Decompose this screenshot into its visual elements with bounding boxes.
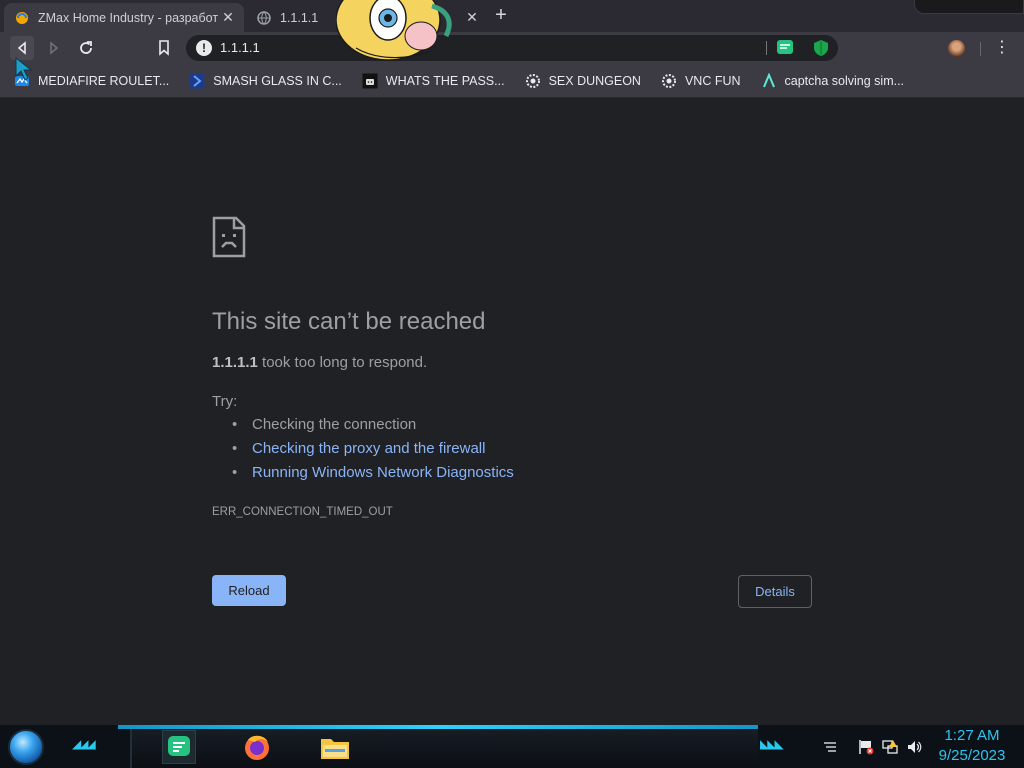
error-code: ERR_CONNECTION_TIMED_OUT [212,506,393,518]
suggestion-check-connection: Checking the connection [232,416,514,440]
lambda-icon [761,72,777,89]
browser-toolbar: ! 1.1.1.1 ⋮ [0,32,1024,64]
chat-app-icon [168,736,190,756]
error-message-text: took too long to respond. [257,354,428,371]
profile-avatar[interactable] [948,40,965,57]
shield-extension-icon[interactable] [812,39,830,57]
new-tab-button[interactable]: + [490,5,512,27]
screen: ZMax Home Industry - разработк ✕ 1.1.1.1… [0,0,1024,768]
tab-title: ZMax Home Industry - разработк [38,10,218,25]
bookmark-label: WHATS THE PASS... [385,73,505,88]
bookmark-button[interactable] [152,36,176,60]
tab-zmax[interactable]: ZMax Home Industry - разработк ✕ [4,3,244,32]
taskbar-panel [130,729,758,768]
error-title: This site can’t be reached [212,308,486,335]
bookmark-item[interactable]: SEX DUNGEON [525,73,641,89]
bookmark-item[interactable]: captcha solving sim... [761,72,905,89]
chevron-bookmark-icon [189,73,205,89]
close-tab-icon[interactable]: ✕ [464,9,480,25]
browser-menu-button[interactable]: ⋮ [994,39,1010,57]
start-button[interactable] [8,729,44,765]
window-frame-decoration [914,0,1024,14]
close-tab-icon[interactable]: ✕ [220,9,236,25]
chat-extension-icon[interactable] [776,39,794,57]
forward-button[interactable] [42,36,66,60]
suggestion-check-proxy-link[interactable]: Checking the proxy and the firewall [232,440,514,464]
clock-time[interactable]: 1:27 AM [942,727,1002,744]
refresh-icon [80,41,92,54]
clock-date[interactable]: 9/25/2023 [932,747,1012,764]
error-host: 1.1.1.1 [212,354,258,371]
bookmark-label: SMASH GLASS IN C... [213,73,342,88]
cartoon-sticker [336,0,452,61]
forward-arrow-icon [50,41,59,55]
bookmark-item[interactable]: MEDIAFIRE ROULET... [14,73,169,89]
bookmarks-bar: MEDIAFIRE ROULET... SMASH GLASS IN C... … [0,64,1024,98]
error-message: 1.1.1.1 took too long to respond. [212,354,427,371]
bookmark-icon [159,40,169,56]
gear-bookmark-icon [525,73,541,89]
details-button[interactable]: Details [738,575,812,608]
site-info-icon[interactable]: ! [196,40,212,56]
robot-icon [362,73,378,89]
taskbar: ◢◢◢ ◣◣◣ 1:27 AM 9/25/2023 [0,725,1024,768]
folder-icon [321,739,349,759]
bookmark-label: VNC FUN [684,73,741,88]
suggestions-list: Checking the connection Checking the pro… [232,416,514,488]
taskbar-app-firefox[interactable] [240,730,274,764]
tab-strip: ZMax Home Industry - разработк ✕ 1.1.1.1… [0,0,1024,32]
bookmark-item[interactable]: VNC FUN [661,73,741,89]
bookmark-item[interactable]: WHATS THE PASS... [362,73,505,89]
divider [766,41,767,55]
divider [980,42,981,56]
mouse-cursor-icon [15,56,33,81]
back-arrow-icon [17,41,26,55]
taskbar-app-file-explorer[interactable] [318,730,352,764]
taskbar-app-chat[interactable] [162,730,196,764]
show-hidden-icons-icon[interactable] [822,739,838,755]
zmax-favicon-icon [14,10,30,26]
bookmark-label: SEX DUNGEON [548,73,641,88]
address-bar[interactable]: ! 1.1.1.1 [186,35,838,61]
url-text[interactable]: 1.1.1.1 [220,40,260,55]
bookmark-item[interactable]: SMASH GLASS IN C... [189,73,342,89]
sad-page-icon [212,216,246,258]
suggestion-network-diagnostics-link[interactable]: Running Windows Network Diagnostics [232,464,514,488]
gear-bookmark-icon [661,73,677,89]
bookmark-label: captcha solving sim... [784,73,905,88]
globe-icon [256,10,272,26]
try-label: Try: [212,393,238,410]
volume-icon[interactable] [906,739,922,755]
firefox-icon [245,735,269,760]
chevrons-decoration-icon: ◣◣◣ [760,737,784,751]
action-center-flag-icon[interactable] [858,739,874,755]
error-page: This site can’t be reached 1.1.1.1 took … [0,98,1024,725]
chevrons-decoration-icon: ◢◢◢ [72,737,96,751]
network-warning-icon[interactable] [882,739,898,755]
reload-button[interactable]: Reload [212,575,286,606]
reload-toolbar-button[interactable] [74,36,98,60]
bookmark-label: MEDIAFIRE ROULET... [38,73,170,88]
